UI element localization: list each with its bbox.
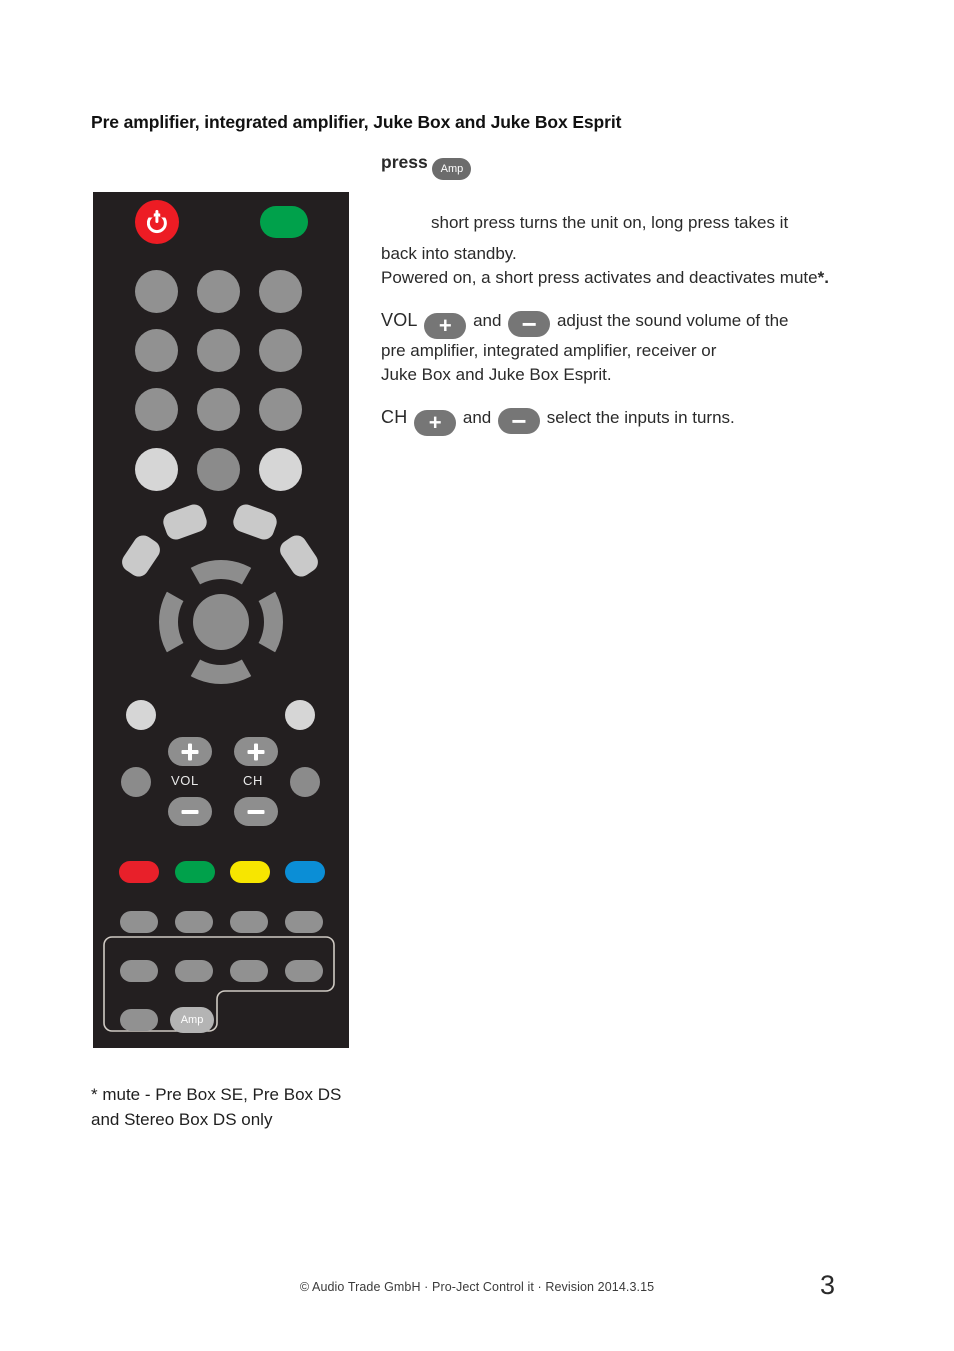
remote-side-button-bottom-right[interactable] (290, 767, 320, 797)
mute-asterisk: *. (817, 268, 829, 287)
minus-icon (181, 809, 199, 814)
minus-badge: − (497, 408, 540, 434)
remote-function-a2[interactable] (175, 911, 213, 933)
remote-green-key[interactable] (175, 861, 215, 883)
power-icon (135, 200, 179, 244)
remote-green-button[interactable] (260, 206, 308, 238)
ch-and-label: and (462, 408, 492, 427)
ch-label: CH (381, 407, 408, 427)
vol-text-line2: pre amplifier, integrated amplifier, rec… (381, 341, 717, 360)
remote-side-button-top-right[interactable] (285, 700, 315, 730)
remote-key-0[interactable] (197, 448, 240, 491)
power-text-line2: back into standby. (381, 244, 517, 263)
remote-channel-down-button[interactable] (234, 797, 278, 826)
remote-side-button-bottom-left[interactable] (121, 767, 151, 797)
vol-text-line1: adjust the sound volume of the (556, 311, 789, 330)
power-text-line3-main: Powered on, a short press activates and … (381, 268, 818, 287)
press-amp-instruction: press Amp (381, 150, 901, 180)
vol-text-line3: Juke Box and Juke Box Esprit. (381, 365, 612, 384)
footnote-line-2: and Stereo Box DS only (91, 1110, 273, 1129)
remote-power-button[interactable] (135, 200, 179, 244)
channel-instruction: CH + and − select the inputs in turns. (381, 405, 901, 436)
remote-key-5[interactable] (197, 329, 240, 372)
remote-dpad-ok[interactable] (193, 594, 249, 650)
plus-badge: + (414, 410, 457, 436)
remote-function-a3[interactable] (230, 911, 268, 933)
remote-red-key[interactable] (119, 861, 159, 883)
remote-petal-left[interactable] (118, 531, 164, 581)
remote-function-b4[interactable] (285, 960, 323, 982)
remote-control-illustration: VOL CH Amp (93, 192, 349, 1048)
remote-key-light-left[interactable] (135, 448, 178, 491)
press-label: press (381, 152, 428, 172)
remote-petal-upper-left[interactable] (160, 501, 210, 543)
remote-yellow-key[interactable] (230, 861, 270, 883)
remote-function-b3[interactable] (230, 960, 268, 982)
remote-key-3[interactable] (259, 270, 302, 313)
remote-key-4[interactable] (135, 329, 178, 372)
remote-key-9[interactable] (259, 388, 302, 431)
ch-text-line1: select the inputs in turns. (546, 408, 735, 427)
plus-icon-vertical (254, 743, 258, 760)
page-footer: © Audio Trade GmbH · Pro-Ject Control it… (0, 1278, 954, 1296)
plus-badge: + (424, 313, 467, 339)
plus-icon-vertical (188, 743, 192, 760)
remote-side-button-top-left[interactable] (126, 700, 156, 730)
minus-badge: − (508, 311, 551, 337)
vol-and-label: and (473, 311, 502, 330)
remote-function-a4[interactable] (285, 911, 323, 933)
remote-volume-down-button[interactable] (168, 797, 212, 826)
remote-blue-key[interactable] (285, 861, 325, 883)
power-text-line3: Powered on, a short press activates and … (381, 266, 901, 290)
footnote: * mute - Pre Box SE, Pre Box DS and Ster… (91, 1082, 421, 1132)
volume-instruction: VOL + and − adjust the sound volume of t… (381, 308, 901, 387)
remote-key-7[interactable] (135, 388, 178, 431)
remote-key-6[interactable] (259, 329, 302, 372)
remote-key-8[interactable] (197, 388, 240, 431)
vol-label: VOL (381, 310, 418, 330)
amp-badge: Amp (432, 158, 472, 180)
remote-key-2[interactable] (197, 270, 240, 313)
remote-ch-label: CH (243, 773, 263, 788)
footer-copyright: © Audio Trade GmbH · Pro-Ject Control it… (299, 1280, 655, 1294)
remote-amp-button[interactable]: Amp (170, 1007, 214, 1033)
remote-function-b1[interactable] (120, 960, 158, 982)
power-text-line1: short press turns the unit on, long pres… (431, 213, 789, 232)
remote-petal-upper-right[interactable] (230, 501, 280, 543)
remote-volume-up-button[interactable] (168, 737, 212, 766)
remote-function-b2[interactable] (175, 960, 213, 982)
remote-vol-label: VOL (171, 773, 199, 788)
remote-function-a1[interactable] (120, 911, 158, 933)
remote-dpad-cluster[interactable] (116, 501, 326, 684)
power-instruction: short press turns the unit on, long pres… (381, 198, 901, 290)
footnote-line-1: * mute - Pre Box SE, Pre Box DS (91, 1085, 342, 1104)
page-number: 3 (820, 1270, 836, 1300)
remote-petal-right[interactable] (276, 531, 322, 581)
remote-function-c1[interactable] (120, 1009, 158, 1031)
instruction-column: press Amp short press turns the unit on,… (381, 150, 901, 454)
remote-key-1[interactable] (135, 270, 178, 313)
remote-channel-up-button[interactable] (234, 737, 278, 766)
page-title: Pre amplifier, integrated amplifier, Juk… (91, 112, 622, 132)
power-icon-inline (381, 198, 425, 242)
minus-icon (247, 809, 265, 814)
remote-key-light-right[interactable] (259, 448, 302, 491)
